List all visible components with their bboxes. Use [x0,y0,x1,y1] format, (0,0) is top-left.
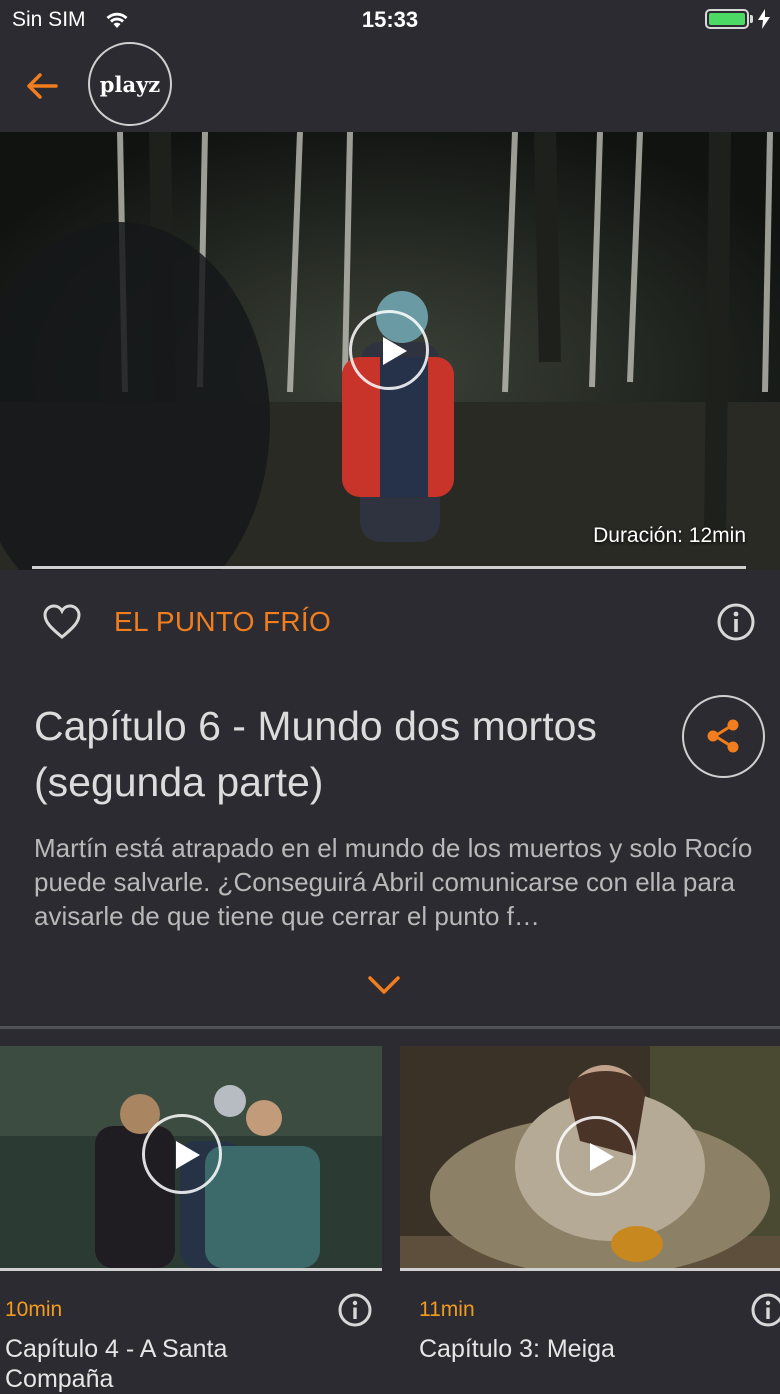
info-icon[interactable] [337,1292,373,1328]
heart-icon[interactable] [40,600,84,644]
video-progress-bar[interactable] [32,566,746,569]
back-button[interactable] [22,66,62,106]
episode-duration: 11min [419,1298,475,1321]
episode-title: Capítulo 6 - Mundo dos mortos (segunda p… [34,703,597,805]
clock: 15:33 [361,7,419,32]
share-icon [707,719,739,753]
play-button[interactable] [556,1116,636,1196]
logo-text: playz [99,71,161,97]
episode-card-title: Capítulo 4 - A Santa Compaña [5,1335,228,1393]
status-bar: Sin SIM 15:33 [0,0,780,40]
share-button[interactable] [682,695,765,778]
playz-logo[interactable]: playz [88,42,172,126]
episode-progress-bar [400,1268,780,1271]
episode-progress-bar [0,1268,382,1271]
charging-icon [758,9,770,29]
episode-card-title: Capítulo 3: Meiga [419,1335,615,1363]
info-icon[interactable] [750,1292,780,1328]
nav-bar: playz [0,40,780,132]
play-button[interactable] [142,1114,222,1194]
episode-description: Martín está atrapado en el mundo de los … [34,833,753,931]
section-divider [0,1026,780,1029]
episode-duration: 10min [5,1298,63,1321]
info-icon[interactable] [716,602,756,642]
episode-thumbnail[interactable] [0,1046,382,1268]
video-player[interactable]: Duración: 12min [0,132,780,570]
play-button[interactable] [349,310,429,390]
program-title[interactable]: EL PUNTO FRÍO [114,606,331,638]
battery-icon [705,9,749,29]
episode-thumbnail[interactable] [400,1046,780,1268]
chevron-down-icon[interactable] [366,972,402,998]
video-duration: Duración: 12min [593,524,746,547]
